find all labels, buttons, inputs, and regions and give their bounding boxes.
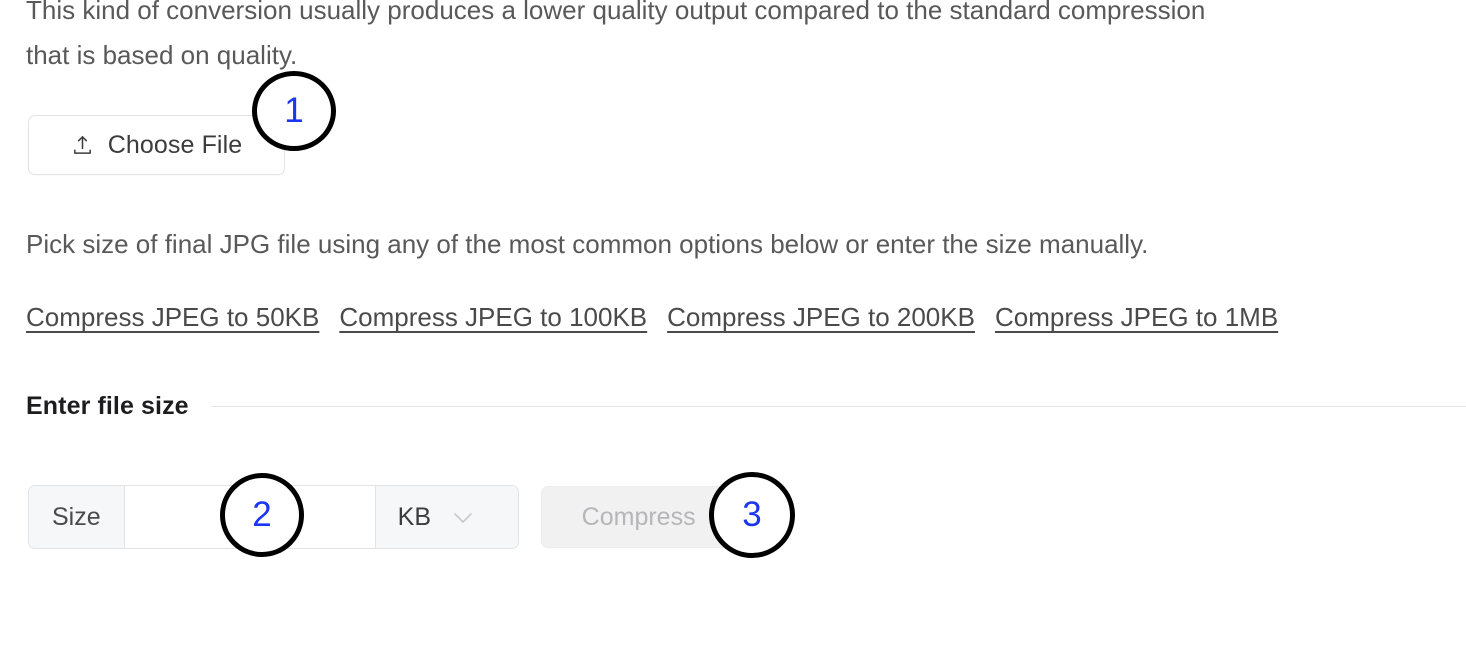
compress-button-label: Compress	[581, 502, 696, 531]
section-divider	[210, 406, 1466, 407]
preset-link-50kb[interactable]: Compress JPEG to 50KB	[26, 302, 319, 333]
chevron-down-icon	[453, 511, 473, 524]
compress-button[interactable]: Compress	[540, 486, 737, 548]
preset-links-row: Compress JPEG to 50KB Compress JPEG to 1…	[26, 302, 1278, 333]
size-input[interactable]	[124, 486, 375, 548]
enter-file-size-section-header: Enter file size	[26, 392, 1466, 421]
size-form-row: Size KB Compress	[28, 485, 737, 549]
preset-link-1mb[interactable]: Compress JPEG to 1MB	[995, 302, 1278, 333]
page-root: This kind of conversion usually produces…	[0, 0, 1466, 648]
choose-file-button[interactable]: Choose File	[28, 115, 285, 175]
pick-size-paragraph: Pick size of final JPG file using any of…	[26, 229, 1149, 259]
upload-icon	[71, 134, 94, 157]
unit-select-value: KB	[397, 502, 431, 531]
size-input-group: Size KB	[28, 485, 519, 549]
preset-link-100kb[interactable]: Compress JPEG to 100KB	[339, 302, 647, 333]
size-addon-label: Size	[29, 486, 125, 548]
preset-link-200kb[interactable]: Compress JPEG to 200KB	[667, 302, 975, 333]
choose-file-label: Choose File	[107, 130, 243, 159]
intro-paragraph-line-2: that is based on quality.	[26, 40, 298, 70]
intro-paragraph-line-1: This kind of conversion usually produces…	[26, 0, 1206, 25]
unit-select[interactable]: KB	[374, 486, 518, 548]
section-title: Enter file size	[26, 392, 189, 420]
